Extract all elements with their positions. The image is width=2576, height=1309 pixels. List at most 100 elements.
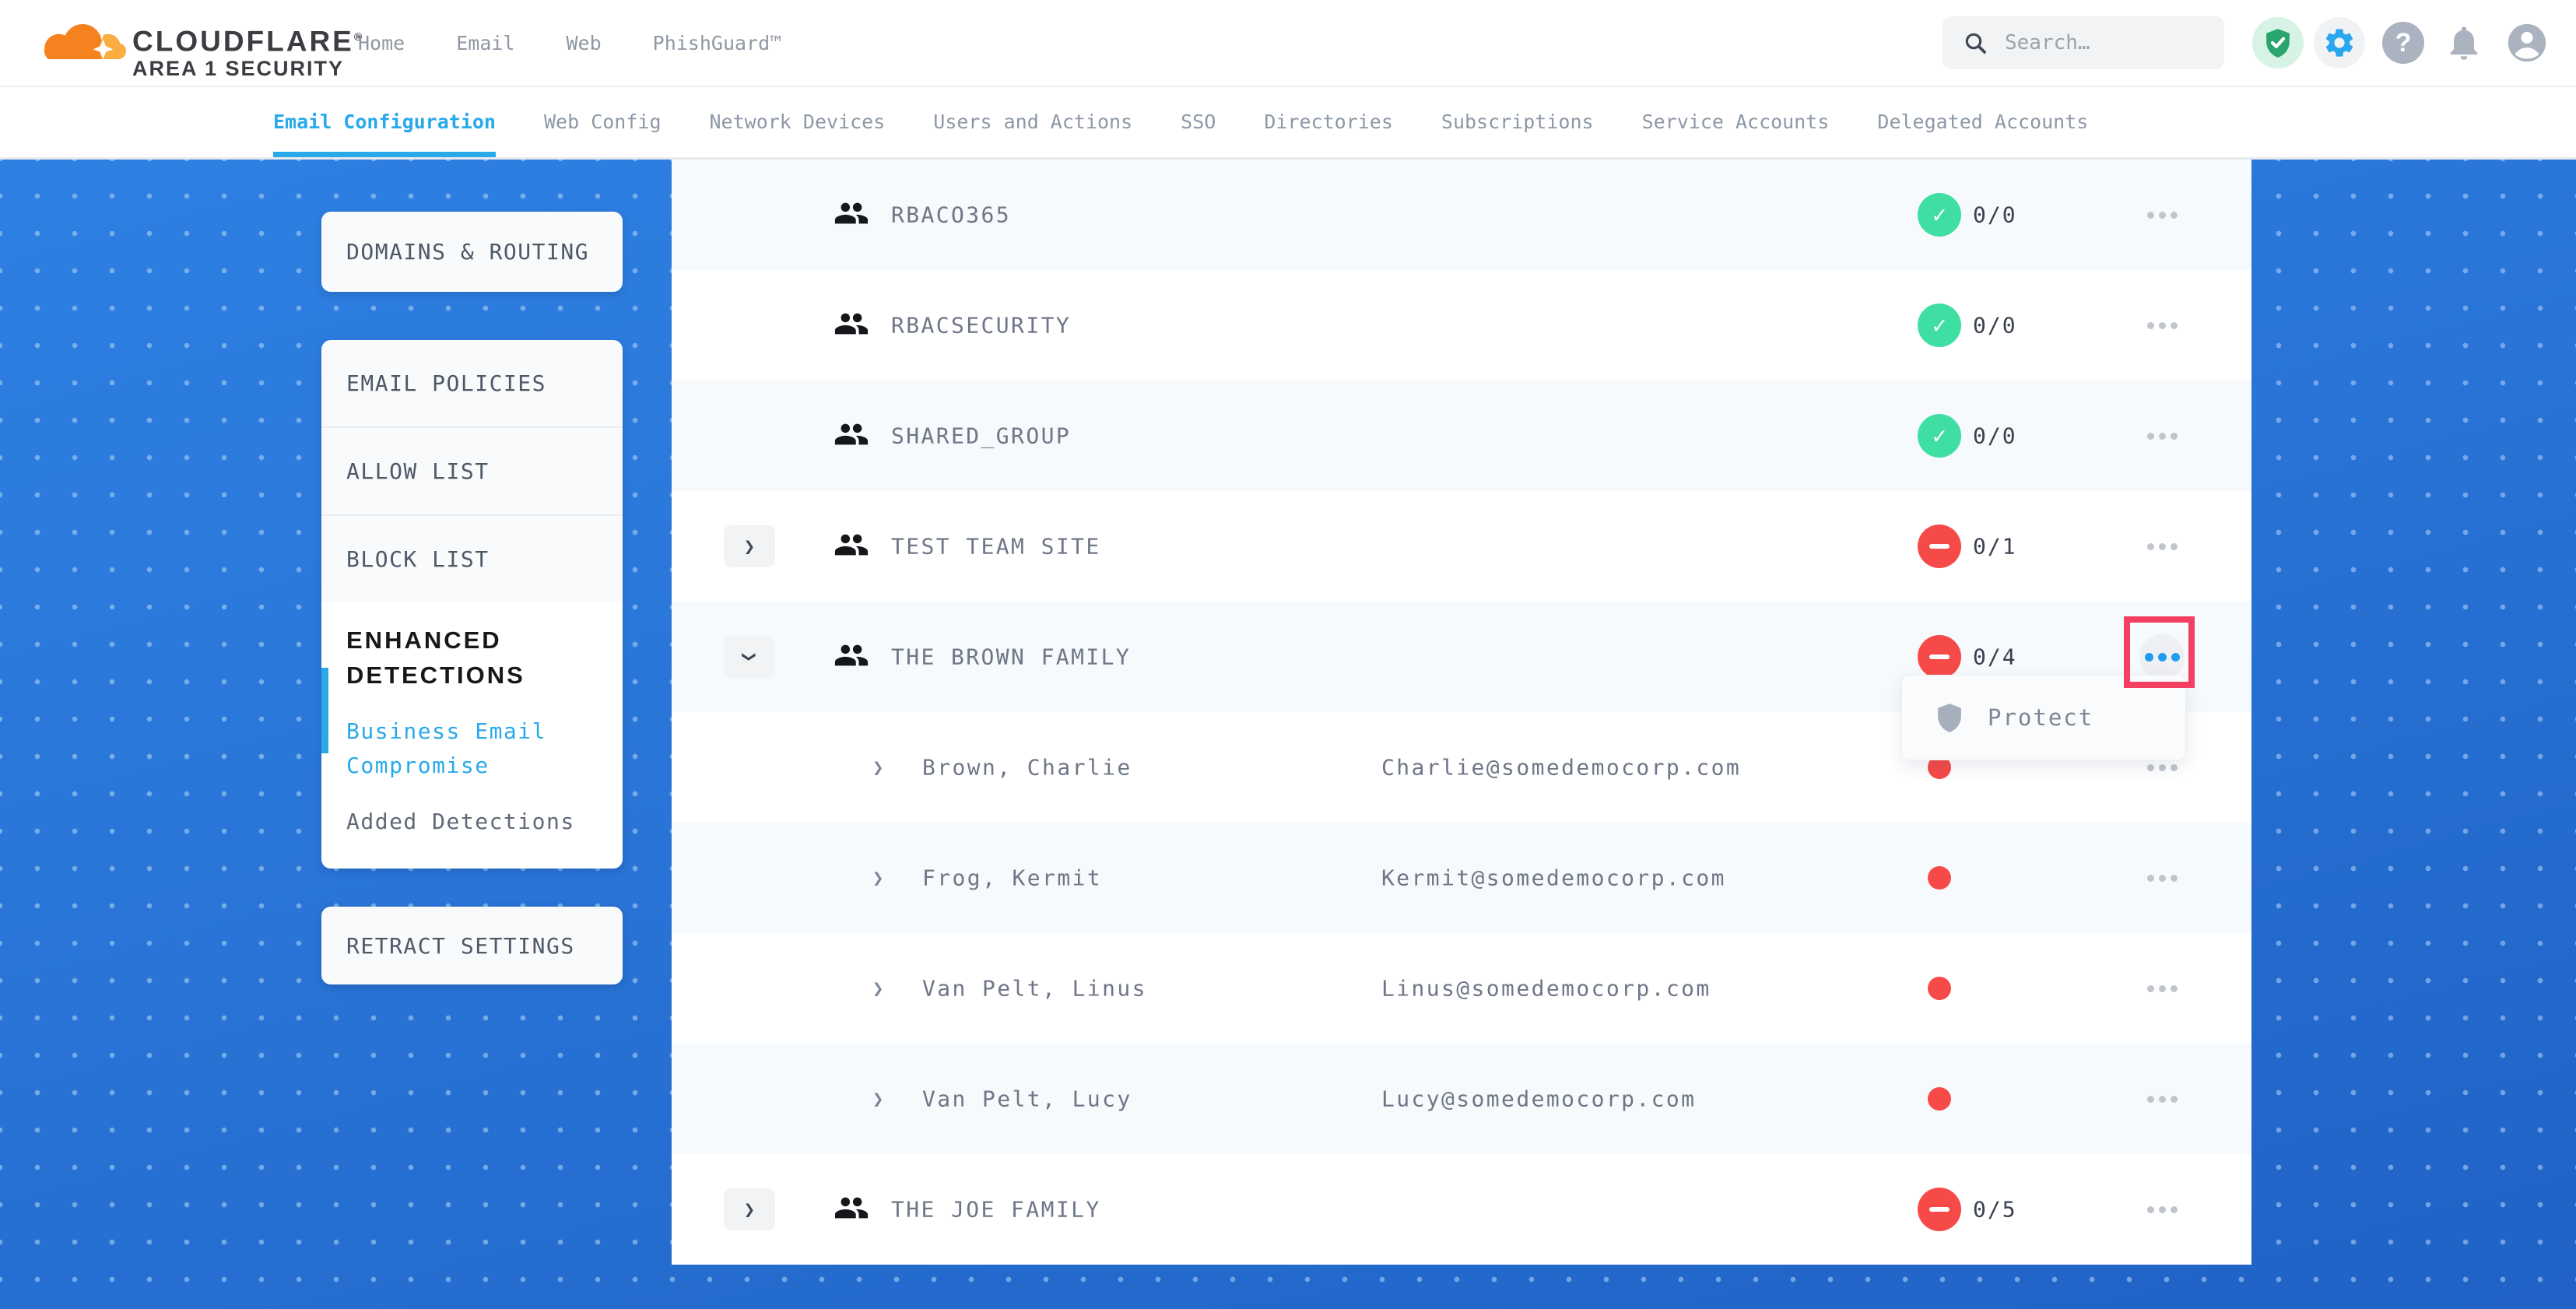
ellipsis-dot [2171,322,2178,329]
status-pass-badge: ✓ [1918,193,1961,237]
sidebar-card-domains-routing[interactable]: DOMAINS & ROUTING [321,212,623,292]
chevron-right-icon: ❯ [744,535,755,557]
status-count: 0/5 [1973,1197,2017,1223]
row-menu-button[interactable] [2139,634,2185,679]
row-menu-button[interactable] [2139,1076,2185,1121]
sidebar-item-block-list[interactable]: BLOCK LIST [321,514,623,602]
ellipsis-dot [2147,1206,2154,1213]
sidebar-card-retract-settings[interactable]: RETRACT SETTINGS [321,907,623,984]
tab-subscriptions[interactable]: Subscriptions [1441,86,1594,157]
row-menu-button[interactable] [2139,855,2185,900]
tab-delegated-accounts[interactable]: Delegated Accounts [1877,86,2088,157]
ellipsis-dot [2147,764,2154,771]
user-avatar-icon[interactable] [2504,20,2550,65]
group-icon [834,1190,869,1229]
status-fail-badge [1918,525,1961,568]
ellipsis-dot [2158,653,2167,662]
ellipsis-dot [2159,322,2166,329]
policy-items: EMAIL POLICIESALLOW LISTBLOCK LIST [321,340,623,602]
tab-directories[interactable]: Directories [1264,86,1393,157]
member-chevron-icon[interactable]: ❯ [872,756,883,778]
ellipsis-dot [2159,1096,2166,1103]
tab-web-config[interactable]: Web Config [544,86,662,157]
minus-icon [1929,654,1950,659]
group-row: ❯TEST TEAM SITE0/1 [672,491,2251,602]
protect-shield-icon [1933,700,1966,735]
group-name: RBACSECURITY [891,313,1071,339]
enhanced-detections-title: ENHANCED DETECTIONS [346,623,580,693]
help-icon[interactable]: ? [2382,22,2424,64]
check-icon: ✓ [1932,312,1946,339]
member-name: Van Pelt, Lucy [922,1086,1132,1112]
row-menu-button[interactable] [2139,524,2185,569]
ellipsis-dot [2147,985,2154,992]
area1-dashboard: CLOUDFLARE® AREA 1 SECURITY Home Email Web… [0,0,2576,1309]
row-menu-button[interactable] [2139,1187,2185,1232]
member-chevron-icon[interactable]: ❯ [872,977,883,999]
ellipsis-dot [2159,543,2166,550]
row-menu-button[interactable] [2139,413,2185,458]
sidebar-item-email-policies[interactable]: EMAIL POLICIES [321,340,623,426]
member-name: Van Pelt, Linus [922,976,1147,1002]
status-fail-badge [1918,1188,1961,1231]
status-count: 0/0 [1973,313,2017,339]
tab-users-and-actions[interactable]: Users and Actions [933,86,1132,157]
minus-icon [1929,544,1950,549]
logo-text: CLOUDFLARE® AREA 1 SECURITY [132,22,362,81]
ellipsis-dot [2171,764,2178,771]
chevron-right-icon: ❯ [744,1198,755,1220]
member-status-dot [1928,1087,1951,1111]
status-count: 0/1 [1973,534,2017,560]
search-box[interactable] [1943,16,2224,69]
row-menu-button[interactable] [2139,303,2185,348]
ellipsis-dot [2147,1096,2154,1103]
nav-link-email[interactable]: Email [456,32,514,54]
search-input[interactable] [2003,30,2204,55]
ellipsis-dot [2171,1206,2178,1213]
group-icon [834,306,869,345]
nav-link-home[interactable]: Home [358,32,405,54]
expander-button[interactable]: ❯ [724,1188,775,1230]
ellipsis-dot [2171,433,2178,440]
protect-menu-item[interactable]: Protect [1988,704,2093,731]
sidebar-item-added-detections[interactable]: Added Detections [346,805,598,839]
protect-menu-popup[interactable]: Protect [1901,675,2186,760]
check-icon: ✓ [1932,202,1946,229]
group-name: SHARED_GROUP [891,423,1071,449]
nav-link-web[interactable]: Web [566,32,601,54]
sidebar-item-business-email-compromise[interactable]: Business Email Compromise [346,714,598,783]
group-name: THE JOE FAMILY [891,1197,1101,1223]
tab-network-devices[interactable]: Network Devices [710,86,886,157]
ellipsis-dot [2159,985,2166,992]
brand-name: CLOUDFLARE [132,25,354,57]
sidebar-item-allow-list[interactable]: ALLOW LIST [321,426,623,514]
check-icon: ✓ [1932,423,1946,450]
member-chevron-icon[interactable]: ❯ [872,1088,883,1110]
settings-gear-icon[interactable] [2314,17,2365,68]
ellipsis-dot [2171,875,2178,882]
group-icon [834,637,869,676]
nav-link-phishguard[interactable]: PhishGuard™ [653,32,782,54]
ellipsis-dot [2147,212,2154,219]
expander-button[interactable]: ❯ [724,525,775,567]
expander-button[interactable]: ❯ [724,636,775,678]
tab-email-configuration[interactable]: Email Configuration [273,86,496,157]
ellipsis-dot [2159,875,2166,882]
group-row: RBACO365✓0/0 [672,160,2251,270]
member-chevron-icon[interactable]: ❯ [872,867,883,889]
row-menu-button[interactable] [2139,966,2185,1011]
member-row: ❯Van Pelt, LucyLucy@somedemocorp.com [672,1044,2251,1154]
group-icon [834,527,869,566]
status-fail-badge [1918,635,1961,679]
ellipsis-dot [2147,322,2154,329]
detection-items: Business Email Compromise Added Detection… [346,714,598,839]
minus-icon [1929,1207,1950,1212]
tab-service-accounts[interactable]: Service Accounts [1642,86,1830,157]
row-menu-button[interactable] [2139,192,2185,237]
notifications-bell-icon[interactable] [2444,23,2484,63]
tab-sso[interactable]: SSO [1181,86,1216,157]
member-name: Brown, Charlie [922,755,1132,781]
member-email: Linus@somedemocorp.com [1381,976,1711,1002]
sidebar-card-email-policies: EMAIL POLICIESALLOW LISTBLOCK LIST ENHAN… [321,340,623,869]
shield-check-icon[interactable] [2252,17,2304,68]
